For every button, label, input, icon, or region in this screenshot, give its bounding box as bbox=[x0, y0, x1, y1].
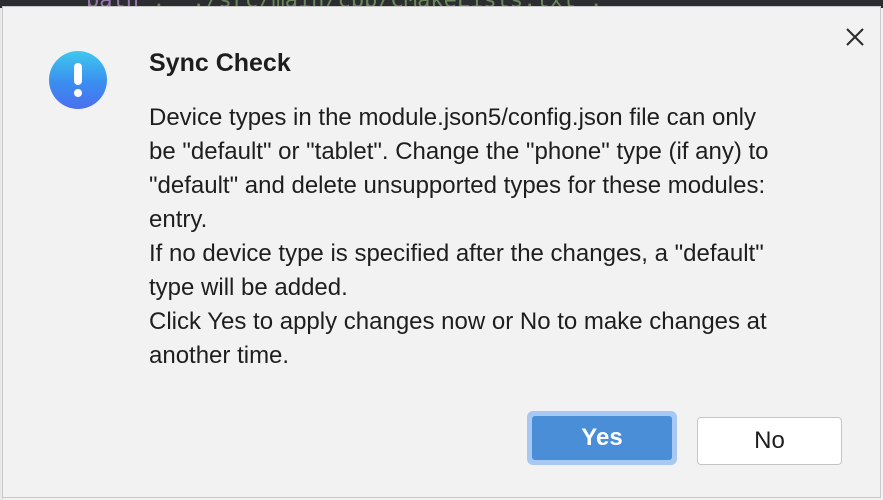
message-line: another time. bbox=[149, 342, 290, 369]
message-line: "default" and delete unsupported types f… bbox=[149, 172, 766, 199]
info-icon bbox=[49, 51, 107, 109]
dialog-message: Device types in the module.json5/config.… bbox=[149, 101, 849, 373]
message-line: Click Yes to apply changes now or No to … bbox=[149, 308, 767, 335]
message-line: be "default" or "tablet". Change the "ph… bbox=[149, 138, 769, 165]
yes-button[interactable]: Yes bbox=[527, 411, 677, 465]
message-line: type will be added. bbox=[149, 274, 348, 301]
message-line: entry. bbox=[149, 206, 208, 233]
sync-check-dialog: Sync Check Device types in the module.js… bbox=[2, 6, 881, 498]
close-button[interactable] bbox=[841, 23, 869, 51]
close-icon bbox=[846, 28, 864, 46]
dialog-title: Sync Check bbox=[149, 49, 291, 77]
message-line: If no device type is specified after the… bbox=[149, 240, 764, 267]
exclamation-dot bbox=[74, 89, 82, 97]
yes-button-label: Yes bbox=[532, 416, 672, 460]
exclamation-bar bbox=[74, 63, 82, 85]
no-button[interactable]: No bbox=[697, 417, 842, 465]
message-line: Device types in the module.json5/config.… bbox=[149, 104, 757, 131]
